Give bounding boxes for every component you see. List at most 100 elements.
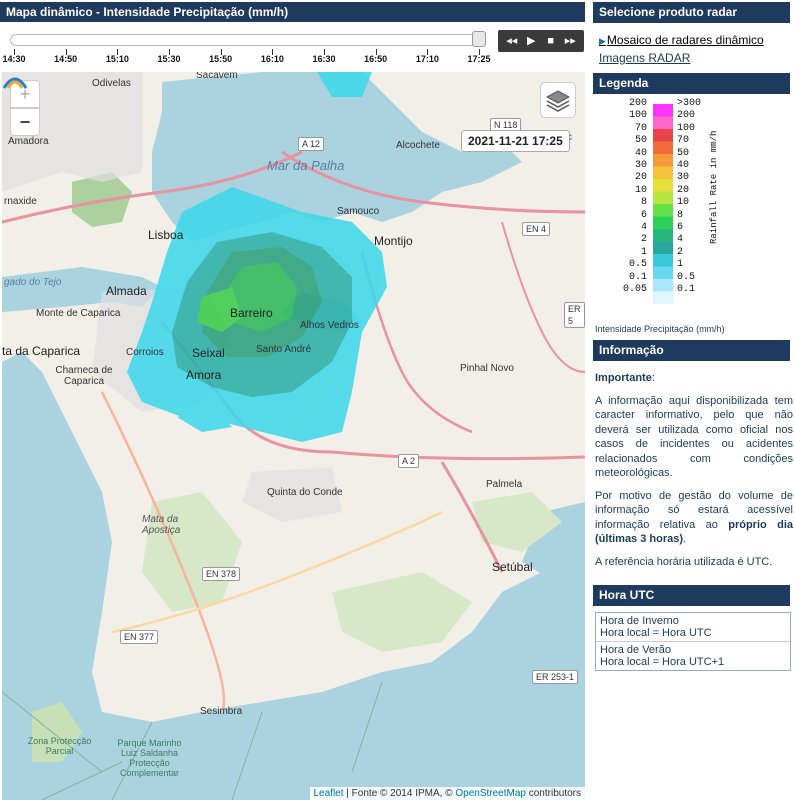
timeline-label: 17:25 [467,54,491,64]
dynamic-mosaic-link[interactable]: ▶Mosaico de radares dinâmico [599,33,795,47]
road-label: EN 378 [202,567,241,581]
place-label: Palmela [486,479,523,490]
timeline-label: 14:50 [54,54,78,64]
place-label: Zona Protecção Parcial [27,736,92,756]
layers-icon [545,90,571,112]
timeline-label: 15:30 [157,54,181,64]
legend-label-right: 10 [677,197,690,209]
radar-overlay [127,72,387,442]
legend-label-left: 50 [634,135,647,147]
place-label: Santo André [256,344,312,355]
place-label: Lisboa [148,228,184,242]
legend-label-left: 40 [634,147,647,159]
legend-label-right: 4 [677,234,684,246]
timeline-track[interactable] [10,34,486,46]
place-label: Charneca de Caparica [55,365,113,387]
timeline-label: 15:50 [209,54,233,64]
timeline-label: 15:10 [105,54,129,64]
legend-label-right: 50 [677,147,690,159]
place-label: Samouco [337,206,380,217]
place-label: ta da Caparica [2,344,81,358]
place-label: Montijo [374,234,413,248]
osm-link[interactable]: OpenStreetMap [455,788,526,799]
attribution-text: contributors [525,788,581,799]
place-label: Amora [186,368,222,382]
timeline-label: 14:30 [2,54,26,64]
place-label: Mata da Apostiça [142,514,181,536]
timeline-slider[interactable]: 14:30 14:50 15:10 15:30 15:50 16:10 16:30 16:50… [0,22,495,72]
ipma-logo-icon [2,77,28,89]
legend-label-right: 70 [677,135,690,147]
utc-summer-row: Hora de Verão Hora local = Hora UTC+1 [596,642,790,670]
road-label: A 12 [298,137,325,151]
legend-label-right: 1 [677,259,684,271]
timeline-label: 17:10 [415,54,439,64]
place-label: Barreiro [230,306,273,320]
legend-label-right: 20 [677,184,690,196]
place-label: Pinhal Novo [460,363,514,374]
place-label: Amadora [8,136,49,147]
stop-icon[interactable]: ■ [543,30,559,52]
legend-label-left: 20 [634,172,647,184]
radar-map[interactable]: Odivelas Sacavém Amadora rnaxide Lisboa … [2,72,585,800]
legend-label-left: 8 [640,197,647,209]
legend-colorbar [653,104,673,304]
layers-button[interactable] [540,82,576,118]
legend-label-left: 100 [628,110,647,122]
attribution-text: | Fonte © 2014 IPMA, © [343,788,456,799]
legend-label-right: 100 [677,122,696,134]
legend-label-left: 30 [634,160,647,171]
legend-caption: Intensidade Precipitação (mm/h) [595,324,725,334]
place-label: Quinta do Conde [267,487,343,498]
legend-label-right: 0.5 [677,271,696,283]
place-label: Monte de Caparica [36,308,121,319]
place-label: Sesimbra [200,706,243,717]
legend-label-left: 70 [634,122,647,134]
info-text: . [683,533,687,545]
leaflet-link[interactable]: Leaflet [314,788,344,799]
place-label: Mar da Palha [267,158,345,173]
place-label: Alcochete [396,140,440,151]
legend-label-right: 200 [677,110,696,122]
map-attribution: Leaflet | Fonte © 2014 IPMA, © OpenStree… [309,787,585,800]
timeline-label: 16:50 [364,54,388,64]
legend-label-left: 0.05 [622,284,647,295]
road-label: EN 4 [522,222,551,236]
play-icon[interactable]: ▶ [523,30,539,52]
place-label: Odivelas [92,78,131,89]
utc-winter-row: Hora de Inverno Hora local = Hora UTC [596,613,790,642]
arrow-icon: ▶ [599,36,606,46]
legend-scale: 200 100 70 50 40 30 20 10 8 6 4 2 1 0.5 0.1 0.05 >300 20… [593,94,795,324]
legend-label-left: 1 [640,246,647,258]
legend-label-left: 2 [640,234,647,246]
zoom-out-button[interactable]: − [10,108,40,136]
legend-axis-label: Rainfall Rate in mm/h [709,130,719,244]
legend-label-left: 200 [628,98,647,109]
info-paragraph: A informação aqui disponibilizada tem ca… [595,394,793,480]
rewind-icon[interactable]: ◂◂ [504,30,520,52]
place-label: Seixal [192,346,225,360]
fast-forward-icon[interactable]: ▸▸ [562,30,578,52]
legend-label-left: 0.5 [628,259,647,271]
map-timestamp: 2021-11-21 17:25 [461,130,570,152]
place-label: Alhos Vedros [300,320,359,331]
legend-label-right: 2 [677,246,684,258]
legend-label-right: 8 [677,209,684,221]
info-important: Importante: [595,371,793,386]
dynamic-mosaic-label: Mosaico de radares dinâmico [606,33,764,47]
road-label: ER 253-1 [532,670,579,684]
legend-label-left: 10 [634,184,647,196]
place-label: Corroios [126,347,164,358]
timeline-handle[interactable] [472,31,486,47]
timeline-label: 16:30 [312,54,336,64]
legend-label-right: 40 [677,160,690,171]
road-label: A 2 [398,454,420,468]
legend-label-left: 4 [640,222,647,233]
info-header: Informação [593,340,790,361]
place-label: Parque Marinho Luiz Saldanha Protecção C… [117,738,182,778]
legend-label-left: 0.1 [628,271,647,283]
info-paragraph: A referência horária utilizada é UTC. [595,555,773,568]
place-label: Setúbal [492,560,533,574]
radar-images-link[interactable]: Imagens RADAR [599,51,795,65]
playback-controls: ◂◂ ▶ ■ ▸▸ [498,30,584,52]
